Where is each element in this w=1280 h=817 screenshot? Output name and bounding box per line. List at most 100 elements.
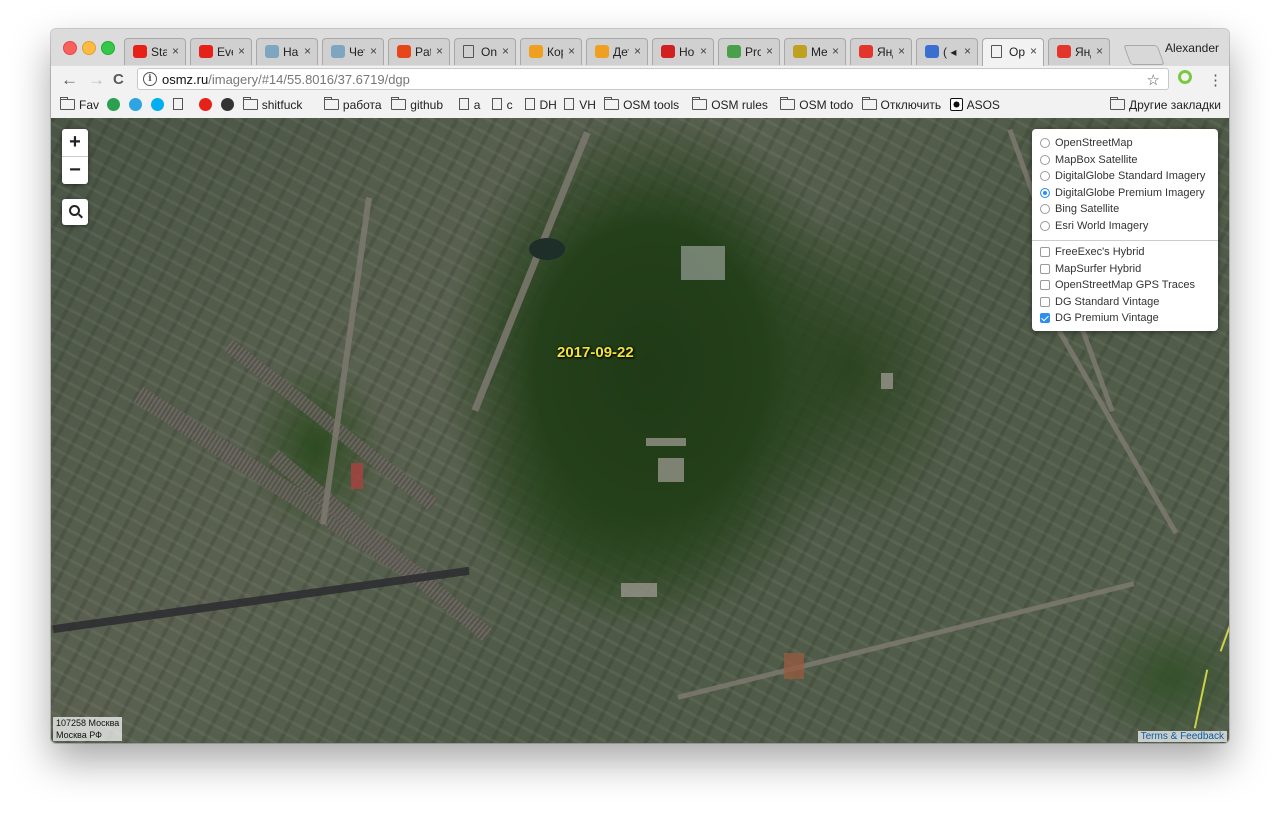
bookmark-label: Отключить — [880, 98, 942, 112]
zoom-window-button[interactable] — [101, 41, 115, 55]
reload-button[interactable]: C — [113, 71, 124, 89]
close-tab-icon[interactable]: × — [634, 44, 641, 58]
bookmark-asos[interactable]: ASOS — [949, 98, 1000, 112]
tab-title: Eve — [217, 45, 233, 59]
page-icon — [524, 98, 535, 110]
minimize-window-button[interactable] — [82, 41, 96, 55]
tab[interactable]: ( ◂ × — [916, 38, 978, 65]
close-tab-icon[interactable]: × — [502, 44, 509, 58]
tab[interactable]: Sta × — [124, 38, 186, 65]
checkbox[interactable] — [1040, 280, 1050, 290]
checkbox[interactable] — [1040, 247, 1050, 257]
bookmark-badge-1[interactable] — [106, 98, 120, 112]
bookmark-github[interactable]: github — [391, 97, 443, 112]
forward-button[interactable]: → — [88, 71, 105, 89]
bookmark-fav[interactable]: Fav — [60, 97, 99, 112]
base-layer-option[interactable]: OpenStreetMap — [1040, 135, 1133, 151]
tab[interactable]: Янд × — [850, 38, 912, 65]
tab[interactable]: Чет × — [322, 38, 384, 65]
close-window-button[interactable] — [63, 41, 77, 55]
back-button[interactable]: ← — [61, 71, 78, 89]
terms-feedback-link[interactable]: Terms & Feedback — [1137, 731, 1227, 742]
url-text[interactable]: osmz.ru/imagery/#14/55.8016/37.6719/dgp — [162, 72, 410, 87]
close-tab-icon[interactable]: × — [304, 44, 311, 58]
bookmark-star-icon[interactable]: ☆ — [1147, 71, 1160, 89]
bookmark-dh[interactable]: DH — [524, 98, 557, 112]
tab[interactable]: Me × — [784, 38, 846, 65]
checkbox[interactable] — [1040, 296, 1050, 307]
bookmark-vh[interactable]: VH — [564, 98, 596, 112]
bookmark-telegram[interactable] — [128, 98, 142, 112]
radio-button[interactable] — [1040, 138, 1050, 148]
radio-button[interactable] — [1040, 204, 1050, 214]
info-icon[interactable]: i — [143, 72, 157, 86]
checkbox[interactable] — [1040, 263, 1050, 274]
bookmark-youtube[interactable] — [198, 98, 212, 112]
close-tab-icon[interactable]: × — [1096, 44, 1103, 58]
bookmark-label: github — [410, 98, 443, 112]
bookmark-apple[interactable] — [220, 98, 234, 112]
road — [471, 131, 591, 412]
tab-title: Янд — [877, 45, 893, 59]
overlay-option[interactable]: DG Premium Vintage — [1040, 310, 1159, 326]
close-tab-icon[interactable]: × — [436, 44, 443, 58]
radio-button[interactable] — [1040, 171, 1050, 181]
close-tab-icon[interactable]: × — [964, 44, 971, 58]
profile-name[interactable]: Alexander — [1165, 41, 1219, 55]
bookmark-c[interactable]: c — [491, 98, 513, 112]
bookmark-skype[interactable] — [150, 98, 164, 112]
bookmark-page[interactable] — [172, 98, 188, 112]
new-tab-button[interactable] — [1123, 45, 1165, 65]
zoom-in-button[interactable]: + — [62, 129, 88, 157]
other-bookmarks-folder[interactable]: Другие закладки — [1110, 97, 1221, 112]
overlay-option[interactable]: OpenStreetMap GPS Traces — [1040, 277, 1195, 293]
base-layer-option[interactable]: Esri World Imagery — [1040, 218, 1148, 234]
close-tab-icon[interactable]: × — [1030, 44, 1037, 58]
zoom-out-button[interactable]: − — [62, 157, 88, 184]
radio-button[interactable] — [1040, 154, 1050, 165]
bookmark-работа[interactable]: работа — [323, 97, 382, 112]
folder-icon — [861, 97, 877, 110]
overlay-option[interactable]: FreeExec's Hybrid — [1040, 244, 1145, 260]
radio-button[interactable] — [1040, 187, 1050, 198]
close-tab-icon[interactable]: × — [238, 44, 245, 58]
tab[interactable]: Hal × — [256, 38, 318, 65]
close-tab-icon[interactable]: × — [766, 44, 773, 58]
base-layer-option[interactable]: Bing Satellite — [1040, 201, 1119, 217]
bookmark-osm-rules[interactable]: OSM rules — [692, 97, 768, 112]
bookmark-osm-tools[interactable]: OSM tools — [604, 97, 679, 112]
close-tab-icon[interactable]: × — [172, 44, 179, 58]
address-bar[interactable]: i osmz.ru/imagery/#14/55.8016/37.6719/dg… — [137, 68, 1169, 90]
tab[interactable]: Eve × — [190, 38, 252, 65]
bookmark-a[interactable]: a — [458, 98, 480, 112]
tab[interactable]: Hor × — [652, 38, 714, 65]
satellite-map[interactable]: 2017-09-22 + − OpenStreetMap MapBox Satel… — [51, 118, 1229, 743]
radio-button[interactable] — [1040, 220, 1050, 231]
close-tab-icon[interactable]: × — [370, 44, 377, 58]
building — [658, 458, 684, 482]
cat-icon — [595, 45, 609, 58]
overlay-option[interactable]: MapSurfer Hybrid — [1040, 261, 1141, 277]
bookmark-отключить[interactable]: Отключить — [861, 97, 942, 112]
tab[interactable]: Op × — [982, 38, 1044, 66]
close-tab-icon[interactable]: × — [700, 44, 707, 58]
close-tab-icon[interactable]: × — [832, 44, 839, 58]
tab[interactable]: On × — [454, 38, 516, 65]
bookmark-shitfuck[interactable]: shitfuck — [242, 97, 302, 112]
overlay-option[interactable]: DG Standard Vintage — [1040, 294, 1159, 310]
map-search-button[interactable] — [62, 199, 88, 225]
extension-icon[interactable] — [1178, 70, 1192, 84]
bookmark-osm-todo[interactable]: OSM todo — [780, 97, 853, 112]
tab[interactable]: Кор × — [520, 38, 582, 65]
tab[interactable]: Pat × — [388, 38, 450, 65]
base-layer-option[interactable]: DigitalGlobe Premium Imagery — [1040, 185, 1205, 201]
tab[interactable]: Дет × — [586, 38, 648, 65]
close-tab-icon[interactable]: × — [898, 44, 905, 58]
checkbox[interactable] — [1040, 313, 1050, 323]
menu-dots-icon[interactable]: ⋮ — [1208, 71, 1223, 89]
base-layer-option[interactable]: MapBox Satellite — [1040, 152, 1138, 168]
close-tab-icon[interactable]: × — [568, 44, 575, 58]
base-layer-option[interactable]: DigitalGlobe Standard Imagery — [1040, 168, 1205, 184]
tab[interactable]: Pro × — [718, 38, 780, 65]
tab[interactable]: Янд × — [1048, 38, 1110, 65]
